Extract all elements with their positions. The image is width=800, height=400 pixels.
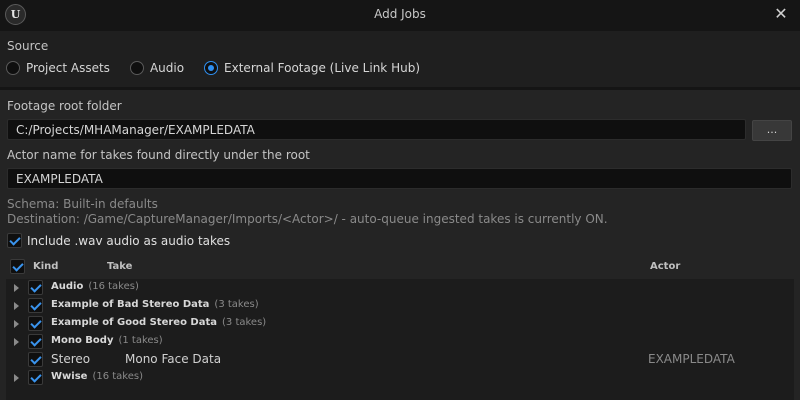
group-name-text: Audio bbox=[51, 281, 84, 292]
include-wav-option[interactable]: Include .wav audio as audio takes bbox=[7, 233, 230, 248]
group-count: (16 takes) bbox=[88, 281, 139, 292]
group-name: Example of Bad Stereo Data (3 takes) bbox=[51, 299, 259, 310]
schema-info: Schema: Built-in defaults bbox=[7, 197, 158, 211]
row-checkbox[interactable] bbox=[28, 280, 43, 295]
row-checkbox[interactable] bbox=[28, 298, 43, 313]
row-checkbox[interactable] bbox=[28, 334, 43, 349]
row-checkbox[interactable] bbox=[28, 316, 43, 331]
group-name-text: Mono Body bbox=[51, 335, 114, 346]
radio-audio[interactable]: Audio bbox=[129, 61, 185, 75]
takes-table: Audio (16 takes) Example of Bad Stereo Da… bbox=[6, 279, 794, 400]
source-section: Source Project Assets Audio External Foo… bbox=[0, 31, 800, 87]
group-name: Wwise (16 takes) bbox=[51, 371, 143, 382]
table-row[interactable]: Audio (16 takes) bbox=[6, 279, 794, 297]
include-wav-label: Include .wav audio as audio takes bbox=[27, 233, 231, 248]
chevron-right-icon[interactable] bbox=[14, 338, 19, 346]
group-name-text: Wwise bbox=[51, 371, 88, 382]
actor-name-label: Actor name for takes found directly unde… bbox=[7, 148, 310, 162]
table-row[interactable]: Wwise (16 takes) bbox=[6, 369, 794, 387]
table-row[interactable]: Example of Good Stereo Data (3 takes) bbox=[6, 315, 794, 333]
group-count: (16 takes) bbox=[92, 371, 143, 382]
take-cell: Mono Face Data bbox=[125, 352, 222, 366]
source-radio-group: Project Assets Audio External Footage (L… bbox=[6, 61, 440, 75]
browse-button[interactable]: ... bbox=[752, 120, 792, 141]
table-row[interactable]: Mono Body (1 takes) bbox=[6, 333, 794, 351]
chevron-right-icon[interactable] bbox=[14, 320, 19, 328]
group-name: Mono Body (1 takes) bbox=[51, 335, 163, 346]
group-count: (1 takes) bbox=[118, 335, 163, 346]
chevron-right-icon[interactable] bbox=[14, 284, 19, 292]
radio-project-assets-label: Project Assets bbox=[26, 61, 110, 75]
column-actor[interactable]: Actor bbox=[650, 261, 680, 272]
column-take[interactable]: Take bbox=[107, 261, 132, 272]
row-checkbox[interactable] bbox=[28, 370, 43, 385]
actor-cell: EXAMPLEDATA bbox=[648, 352, 735, 366]
footage-root-label: Footage root folder bbox=[7, 99, 122, 113]
footage-settings-panel: Footage root folder ... Actor name for t… bbox=[0, 90, 800, 400]
chevron-right-icon[interactable] bbox=[14, 302, 19, 310]
radio-audio-label: Audio bbox=[149, 61, 185, 75]
radio-external-footage-indicator[interactable] bbox=[204, 61, 219, 75]
destination-info: Destination: /Game/CaptureManager/Import… bbox=[7, 212, 608, 226]
actor-name-input[interactable] bbox=[7, 168, 792, 189]
table-row[interactable]: Example of Bad Stereo Data (3 takes) bbox=[6, 297, 794, 315]
group-name: Audio (16 takes) bbox=[51, 281, 139, 292]
column-kind[interactable]: Kind bbox=[33, 261, 58, 272]
radio-project-assets-indicator[interactable] bbox=[6, 61, 20, 75]
takes-table-header: Kind Take Actor bbox=[0, 258, 800, 278]
radio-external-footage-label: External Footage (Live Link Hub) bbox=[224, 61, 420, 75]
close-icon[interactable]: ✕ bbox=[770, 2, 792, 24]
group-count: (3 takes) bbox=[222, 317, 267, 328]
radio-project-assets[interactable]: Project Assets bbox=[6, 61, 110, 75]
group-name: Example of Good Stereo Data (3 takes) bbox=[51, 317, 266, 328]
select-all-checkbox[interactable] bbox=[10, 259, 25, 274]
source-label: Source bbox=[7, 39, 49, 53]
title-bar: U Add Jobs ✕ bbox=[0, 0, 800, 30]
chevron-right-icon[interactable] bbox=[14, 374, 19, 382]
group-count: (3 takes) bbox=[214, 299, 259, 310]
kind-cell: Stereo bbox=[51, 352, 91, 366]
table-row[interactable]: Stereo Mono Face Data EXAMPLEDATA bbox=[6, 351, 794, 369]
row-checkbox[interactable] bbox=[28, 352, 43, 367]
radio-external-footage[interactable]: External Footage (Live Link Hub) bbox=[204, 61, 420, 75]
window-title: Add Jobs bbox=[374, 7, 426, 21]
footage-root-input[interactable] bbox=[7, 119, 746, 140]
radio-audio-indicator[interactable] bbox=[129, 61, 144, 75]
group-name-text: Example of Good Stereo Data bbox=[51, 317, 217, 328]
group-name-text: Example of Bad Stereo Data bbox=[51, 299, 210, 310]
include-wav-checkbox[interactable] bbox=[7, 233, 22, 248]
